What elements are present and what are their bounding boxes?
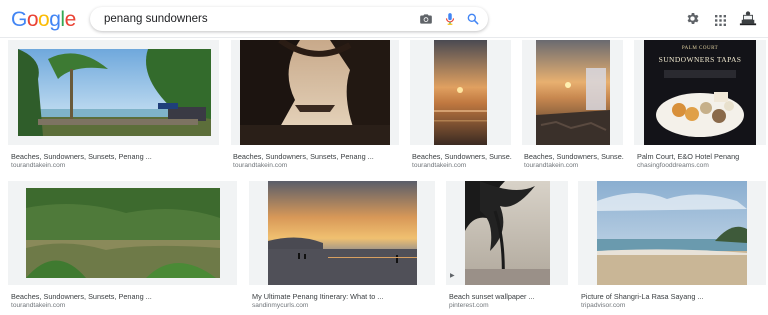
result-source-6[interactable]: tourandtakein.com [11,302,65,310]
image-overlay-sundowners-tapas: SUNDOWNERS TAPAS [658,55,742,64]
result-image-7[interactable] [268,181,417,285]
logo-letter-g2: g [49,8,61,31]
result-source-2[interactable]: tourandtakein.com [233,162,287,170]
video-marker-icon: ▶ [450,273,455,279]
result-title-5[interactable]: Palm Court, E&O Hotel Penang [637,152,765,161]
image-overlay-palm-court: PALM COURT [681,46,719,51]
result-image-1[interactable] [18,49,211,136]
result-source-1[interactable]: tourandtakein.com [11,162,65,170]
gear-icon[interactable] [685,11,700,31]
result-image-5[interactable]: PALM COURT SUNDOWNERS TAPAS [644,40,756,145]
logo-letter-e: e [64,8,77,31]
result-image-9[interactable] [597,181,747,285]
result-title-4[interactable]: Beaches, Sundowners, Sunse... [524,152,624,161]
top-bar: Google [0,0,768,38]
result-source-3[interactable]: tourandtakein.com [412,162,466,170]
apps-grid-icon[interactable] [715,13,726,31]
result-source-5[interactable]: chasingfooddreams.com [637,162,709,170]
google-logo[interactable]: Google [11,8,76,32]
result-image-3[interactable] [434,40,487,145]
search-box [90,7,488,31]
result-title-6[interactable]: Beaches, Sundowners, Sunsets, Penang ... [11,292,236,301]
logo-letter-g: G [11,8,27,31]
result-source-9[interactable]: tripadvisor.com [581,302,625,310]
result-title-7[interactable]: My Ultimate Penang Itinerary: What to ..… [252,292,437,301]
result-image-8[interactable] [465,181,550,285]
result-title-9[interactable]: Picture of Shangri-La Rasa Sayang ... [581,292,766,301]
account-avatar-icon[interactable] [739,9,757,32]
result-title-2[interactable]: Beaches, Sundowners, Sunsets, Penang ... [233,152,403,161]
result-source-7[interactable]: sandinmycurls.com [252,302,308,310]
result-title-3[interactable]: Beaches, Sundowners, Sunse... [412,152,512,161]
result-image-4[interactable] [536,40,610,145]
result-title-1[interactable]: Beaches, Sundowners, Sunsets, Penang ... [11,152,216,161]
logo-letter-o1: o [26,8,39,31]
camera-icon[interactable] [419,12,433,26]
mic-icon[interactable] [443,12,457,26]
result-title-8[interactable]: Beach sunset wallpaper ... [449,292,567,301]
search-icon[interactable] [466,12,480,26]
result-source-4[interactable]: tourandtakein.com [524,162,578,170]
logo-letter-o2: o [38,8,50,31]
result-source-8[interactable]: pinterest.com [449,302,489,310]
search-input[interactable] [104,11,404,27]
result-image-2[interactable] [240,40,390,145]
result-image-6[interactable] [26,188,220,278]
